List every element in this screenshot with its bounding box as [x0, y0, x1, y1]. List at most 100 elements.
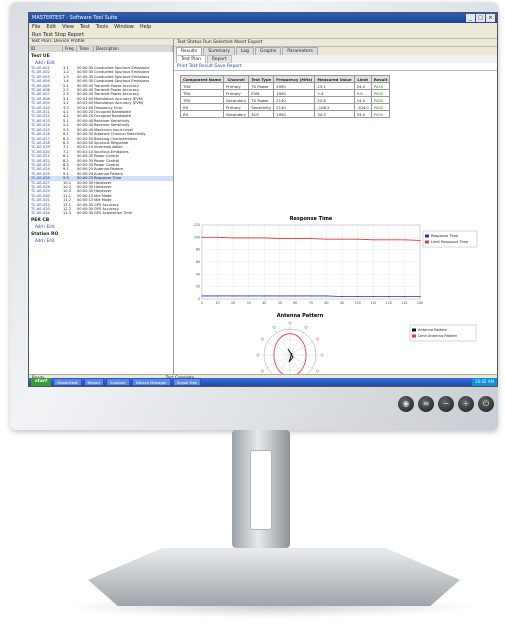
close-button[interactable]: ×	[486, 14, 495, 22]
polar-spoke	[289, 354, 316, 370]
table-cell: -106.2	[314, 103, 355, 111]
legend-swatch	[425, 234, 429, 238]
monitor-plus-button[interactable]: +	[458, 396, 474, 412]
data-point	[279, 295, 281, 297]
y-tick-label: 20	[196, 285, 200, 289]
monitor-neck	[232, 430, 290, 548]
monitor-select-button[interactable]: ≡	[418, 396, 434, 412]
monitor-minus-button[interactable]: −	[438, 396, 454, 412]
table-row[interactable]: TRX Secondary TX Power 2140 22.8 24.0 PASS	[179, 96, 391, 104]
taskbar-item[interactable]: Mastertest	[53, 378, 82, 386]
table-cell: PASS	[370, 82, 391, 90]
main-toolbar[interactable]: Run Test Stop Report	[29, 31, 497, 39]
column-time[interactable]: Time	[77, 46, 94, 52]
x-tick-label: 100	[355, 301, 361, 305]
header-channel[interactable]: Channel	[223, 75, 250, 83]
polar-tick	[316, 337, 320, 341]
add-edit-link[interactable]: Add / Edit	[29, 224, 173, 230]
data-point	[403, 239, 406, 241]
data-point	[372, 295, 374, 298]
y-tick-label: 120	[194, 223, 200, 227]
add-edit-link[interactable]: Add / Edit	[29, 238, 173, 244]
header-limit[interactable]: Limit	[353, 75, 372, 83]
tab-results[interactable]: Results	[176, 47, 203, 55]
data-point	[419, 239, 421, 242]
x-tick-label: 60	[293, 301, 297, 305]
x-tick-label: 10	[216, 301, 220, 305]
table-row[interactable]: RX Primary Sensitivity 2140 -106.2 -104.0 PASS	[179, 103, 391, 111]
table-row[interactable]: RX Secondary ACS 1950 34.5 33.0 PASS	[179, 110, 391, 118]
menu-tools[interactable]: Tools	[96, 23, 108, 31]
table-cell: RX	[179, 110, 225, 118]
x-tick-label: 110	[370, 301, 376, 305]
table-cell: 5.0	[353, 89, 372, 97]
column-freq[interactable]: Freq	[63, 46, 77, 52]
x-tick-label: 140	[417, 301, 423, 305]
data-point	[263, 237, 265, 239]
header-measured[interactable]: Measured Value	[314, 75, 355, 83]
menu-test[interactable]: Test	[80, 23, 90, 31]
table-cell: 1950	[273, 110, 316, 118]
menu-view[interactable]: View	[62, 23, 74, 31]
report-actions[interactable]: Print Test Result Save Report	[174, 63, 497, 71]
table-cell: TX Power	[248, 82, 275, 90]
table-cell: PASS	[370, 103, 391, 111]
monitor-bezel: MASTERTEST - Software Tool Suite _ □ × F…	[10, 2, 498, 430]
table-row[interactable]: TRX Primary TX Power 1950 23.1 24.0 PASS	[179, 82, 391, 90]
header-result[interactable]: Result	[370, 75, 391, 83]
table-row[interactable]: TRX Primary EVM 1950 2.4 5.0 PASS	[179, 89, 391, 97]
header-frequency[interactable]: Frequency (MHz)	[273, 75, 316, 83]
tab-parameters[interactable]: Parameters	[282, 47, 318, 55]
polar-spoke	[264, 340, 291, 356]
data-point	[419, 295, 421, 298]
menu-help[interactable]: Help	[140, 23, 151, 31]
header-test-type[interactable]: Test Type	[248, 75, 275, 83]
x-tick-label: 70	[309, 301, 313, 305]
y-tick-label: 40	[196, 272, 200, 276]
window-controls: _ □ ×	[466, 13, 497, 23]
subtab-test-plan[interactable]: Test Plan	[176, 55, 206, 63]
x-tick-label: 80	[325, 301, 329, 305]
header-component[interactable]: Component Name	[179, 75, 225, 83]
table-cell: 24.0	[353, 96, 372, 104]
monitor-buttons: ◉ ≡ − + ⏻	[398, 396, 498, 416]
test-plan-row[interactable]: TC-UE-034 12.3 00:00:30 GPS Acquisition Tim…	[29, 211, 173, 215]
column-id[interactable]: ID	[29, 46, 63, 52]
monitor-power-button[interactable]: ⏻	[478, 396, 494, 412]
menu-edit[interactable]: Edit	[46, 23, 56, 31]
taskbar-item[interactable]: Device Manager	[131, 378, 171, 386]
y-tick-label: 80	[196, 248, 200, 252]
table-cell: TX Power	[248, 96, 275, 104]
taskbar-item[interactable]: Report	[83, 378, 105, 386]
taskbar-item[interactable]: Signal Gen	[172, 378, 202, 386]
polar-tick	[260, 369, 264, 373]
start-button[interactable]: start	[31, 378, 52, 386]
y-tick-label: 0	[198, 297, 200, 301]
data-point	[263, 295, 265, 297]
taskbar-item[interactable]: Explorer	[106, 378, 130, 386]
tab-log[interactable]: Log	[236, 47, 255, 55]
table-cell: 2140	[273, 96, 316, 104]
data-point	[310, 237, 312, 240]
results-subtabs: Test Plan Report	[174, 55, 497, 63]
line-chart-svg: Response Time 0 10 20 30 40 50 60 70 80 90 100 110 12…	[194, 216, 478, 305]
tab-graphs[interactable]: Graphs	[255, 47, 282, 55]
polar-spoke	[289, 340, 316, 356]
table-cell: PASS	[370, 89, 391, 97]
data-point	[279, 237, 281, 240]
taskbar: start Mastertest Report Explorer Device …	[29, 378, 497, 386]
table-cell: Secondary	[223, 110, 250, 118]
polar-tick	[316, 369, 320, 373]
menu-window[interactable]: Window	[114, 23, 134, 31]
minimize-button[interactable]: _	[466, 14, 475, 22]
tab-summary[interactable]: Summary	[203, 47, 235, 55]
maximize-button[interactable]: □	[476, 14, 485, 22]
menu-file[interactable]: File	[32, 23, 40, 31]
column-description[interactable]: Description	[94, 46, 173, 52]
x-tick-label: 120	[386, 301, 392, 305]
monitor-menu-button[interactable]: ◉	[398, 396, 414, 412]
subtab-report[interactable]: Report	[206, 55, 232, 63]
results-toolbar[interactable]: Test Status Run Selected Abort Export	[174, 39, 497, 47]
test-plan-pane: Test Plan: Device Profile ID Freq Time D…	[29, 39, 174, 374]
data-point	[325, 238, 328, 240]
